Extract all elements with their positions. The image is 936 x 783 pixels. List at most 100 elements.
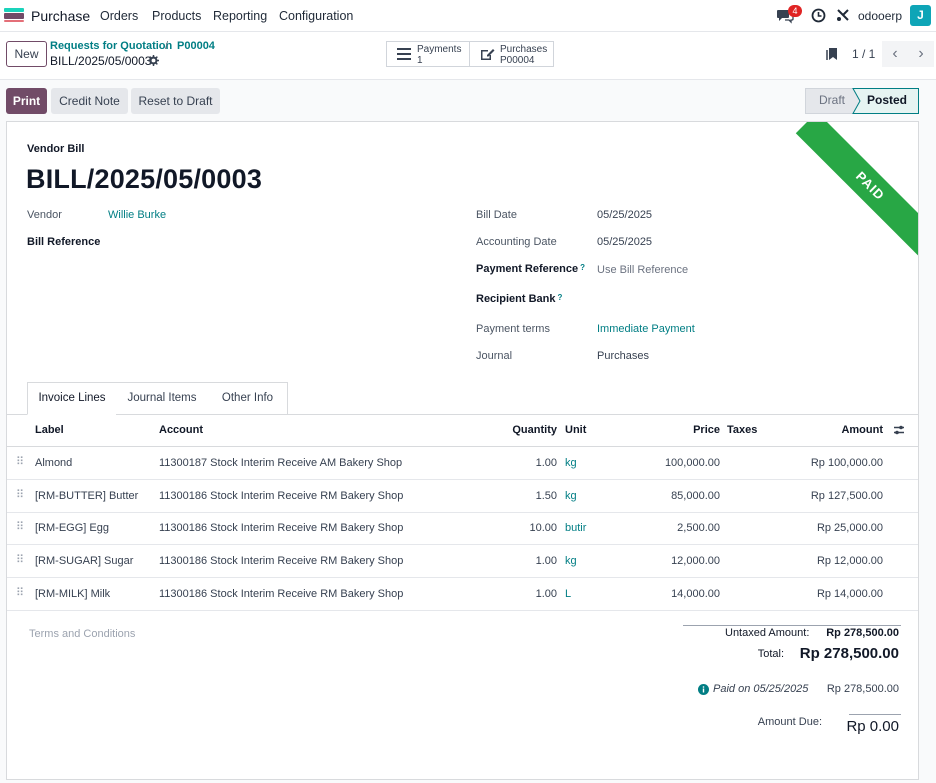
- payments-count: 1: [417, 55, 423, 66]
- line-quantity: 1.00: [535, 555, 557, 567]
- line-label: [RM-BUTTER] Butter: [35, 490, 139, 502]
- vendor-label: Vendor: [27, 209, 62, 221]
- purchases-ref: P00004: [500, 55, 535, 66]
- paid-ribbon: PAID: [795, 122, 918, 261]
- breadcrumb-current[interactable]: P00004: [177, 40, 215, 52]
- column-taxes[interactable]: Taxes: [727, 424, 757, 436]
- column-account[interactable]: Account: [159, 424, 203, 436]
- line-unit[interactable]: L: [565, 588, 571, 600]
- table-row[interactable]: ⠿ [RM-EGG] Egg 11300186 Stock Interim Re…: [7, 512, 918, 545]
- credit-note-button[interactable]: Credit Note: [51, 88, 128, 114]
- print-button[interactable]: Print: [6, 88, 47, 114]
- journal-label: Journal: [476, 350, 513, 362]
- list-icon: [397, 48, 411, 60]
- debug-tools-icon[interactable]: [836, 8, 850, 22]
- payments-smart-button[interactable]: Payments 1: [386, 41, 470, 67]
- table-row[interactable]: ⠿ [RM-BUTTER] Butter 11300186 Stock Inte…: [7, 480, 918, 513]
- drag-handle-icon[interactable]: ⠿: [16, 521, 25, 534]
- line-label: [RM-EGG] Egg: [35, 522, 109, 534]
- gear-icon[interactable]: [148, 55, 159, 66]
- line-price: 85,000.00: [671, 490, 720, 502]
- column-quantity[interactable]: Quantity: [477, 424, 557, 436]
- optional-columns-icon[interactable]: [893, 424, 905, 436]
- column-price[interactable]: Price: [647, 424, 720, 436]
- tab-invoice-lines[interactable]: Invoice Lines: [27, 382, 117, 415]
- control-panel: New Requests for Quotation / P00004 BILL…: [0, 32, 936, 80]
- activity-clock-icon[interactable]: [811, 8, 826, 23]
- pager-previous-button[interactable]: ‹: [882, 41, 908, 67]
- menu-orders[interactable]: Orders: [100, 9, 138, 23]
- line-account: 11300186 Stock Interim Receive RM Bakery…: [159, 555, 404, 567]
- record-name: BILL/2025/05/0003: [50, 54, 152, 68]
- new-button[interactable]: New: [6, 41, 47, 67]
- line-unit[interactable]: kg: [565, 555, 577, 567]
- purchase-app-icon[interactable]: [4, 8, 24, 22]
- payment-terms-value[interactable]: Immediate Payment: [597, 323, 695, 335]
- column-amount[interactable]: Amount: [797, 424, 883, 436]
- chevron-left-icon: ‹: [892, 45, 898, 62]
- untaxed-amount-label: Untaxed Amount:: [725, 627, 810, 639]
- drag-handle-icon[interactable]: ⠿: [16, 554, 25, 567]
- bill-reference-label: Bill Reference: [27, 236, 101, 248]
- pager-next-button[interactable]: ›: [908, 41, 934, 67]
- breadcrumb-parent[interactable]: Requests for Quotation: [50, 40, 172, 52]
- form-sheet: PAID Vendor Bill BILL/2025/05/0003 Vendo…: [6, 121, 919, 780]
- bill-title: BILL/2025/05/0003: [26, 164, 263, 194]
- info-icon[interactable]: [698, 684, 709, 695]
- drag-handle-icon[interactable]: ⠿: [16, 489, 25, 502]
- document-type: Vendor Bill: [27, 143, 85, 155]
- accounting-date-label: Accounting Date: [476, 236, 557, 248]
- line-account: 11300187 Stock Interim Receive AM Bakery…: [159, 457, 403, 469]
- column-label[interactable]: Label: [35, 424, 64, 436]
- recipient-bank-label: Recipient Bank?: [476, 293, 563, 305]
- amount-due-value: Rp 0.00: [846, 718, 899, 735]
- bill-date-label: Bill Date: [476, 209, 517, 221]
- menu-reporting[interactable]: Reporting: [213, 9, 267, 23]
- line-label: [RM-MILK] Milk: [35, 588, 111, 600]
- user-avatar[interactable]: J: [910, 5, 931, 26]
- line-amount: Rp 14,000.00: [816, 588, 883, 600]
- line-label: Almond: [35, 457, 73, 469]
- pager-value[interactable]: 1 / 1: [852, 47, 875, 61]
- app-name[interactable]: Purchase: [31, 8, 90, 24]
- menu-products[interactable]: Products: [152, 9, 201, 23]
- line-quantity: 10.00: [529, 522, 557, 534]
- table-row[interactable]: ⠿ [RM-MILK] Milk 11300186 Stock Interim …: [7, 578, 918, 611]
- drag-handle-icon[interactable]: ⠿: [16, 587, 25, 600]
- tab-other-info[interactable]: Other Info: [208, 382, 288, 415]
- payment-reference-input[interactable]: Use Bill Reference: [597, 264, 688, 276]
- line-price: 14,000.00: [671, 588, 720, 600]
- tab-journal-items[interactable]: Journal Items: [116, 382, 209, 415]
- status-posted[interactable]: Posted: [858, 88, 916, 114]
- terms-and-conditions-input[interactable]: Terms and Conditions: [29, 628, 135, 640]
- top-navbar: Purchase Orders Products Reporting Confi…: [0, 0, 936, 32]
- table-row[interactable]: ⠿ Almond 11300187 Stock Interim Receive …: [7, 447, 918, 480]
- help-icon[interactable]: ?: [557, 293, 562, 302]
- line-account: 11300186 Stock Interim Receive RM Bakery…: [159, 490, 404, 502]
- reset-to-draft-button[interactable]: Reset to Draft: [131, 88, 220, 114]
- line-unit[interactable]: kg: [565, 490, 577, 502]
- line-price: 100,000.00: [664, 457, 720, 469]
- messages-badge: 4: [788, 5, 802, 17]
- paid-on-value: Rp 278,500.00: [826, 683, 899, 695]
- line-price: 2,500.00: [677, 522, 720, 534]
- line-unit[interactable]: butir: [565, 522, 586, 534]
- help-icon[interactable]: ?: [580, 263, 585, 272]
- journal-value[interactable]: Purchases: [597, 350, 649, 362]
- accounting-date-value[interactable]: 05/25/2025: [597, 236, 652, 248]
- payments-label: Payments: [417, 44, 462, 55]
- vendor-link[interactable]: Willie Burke: [108, 209, 166, 221]
- bookmark-icon[interactable]: [826, 47, 838, 61]
- purchases-smart-button[interactable]: Purchases P00004: [469, 41, 554, 67]
- line-account: 11300186 Stock Interim Receive RM Bakery…: [159, 522, 404, 534]
- status-draft[interactable]: Draft: [810, 88, 854, 114]
- menu-configuration[interactable]: Configuration: [279, 9, 353, 23]
- column-unit[interactable]: Unit: [565, 424, 586, 436]
- line-amount: Rp 12,000.00: [816, 555, 883, 567]
- table-row[interactable]: ⠿ [RM-SUGAR] Sugar 11300186 Stock Interi…: [7, 545, 918, 578]
- company-name[interactable]: odooerp: [858, 9, 902, 23]
- drag-handle-icon[interactable]: ⠿: [16, 456, 25, 469]
- line-unit[interactable]: kg: [565, 457, 577, 469]
- line-quantity: 1.00: [535, 588, 557, 600]
- bill-date-value[interactable]: 05/25/2025: [597, 209, 652, 221]
